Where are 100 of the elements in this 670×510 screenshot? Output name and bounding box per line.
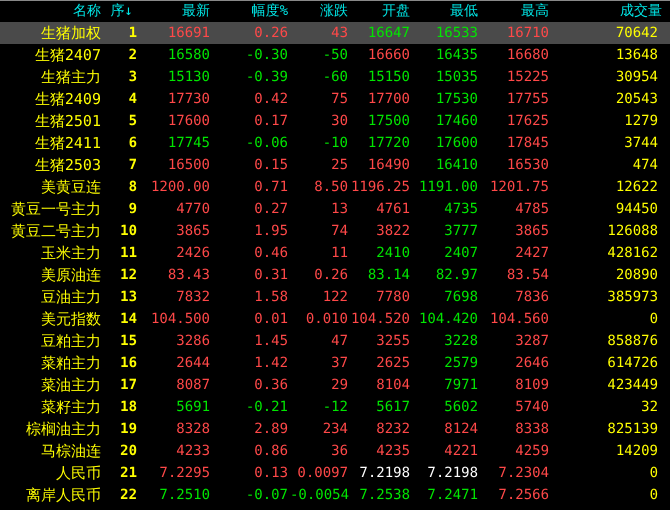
table-cell-text: 3777	[443, 224, 479, 238]
table-cell-text: 13	[330, 202, 349, 216]
table-cell-text: 17625	[506, 114, 550, 128]
table-cell-text: 16680	[506, 48, 550, 62]
table-cell-text: 8087	[175, 378, 211, 392]
table-cell-text: 3822	[375, 224, 411, 238]
table-cell-text: 0.27	[253, 202, 289, 216]
table-cell-text: -12	[322, 400, 349, 414]
table-cell-text: 17745	[166, 136, 211, 150]
symbol-name: 生猪2411	[34, 136, 102, 150]
table-cell-text: 17845	[506, 136, 550, 150]
table-cell-text: 17460	[434, 114, 479, 128]
table-cell-text: 1.95	[253, 224, 289, 238]
table-cell-text: 7.2304	[497, 466, 550, 480]
volume-cell-text: 0	[648, 466, 659, 480]
table-cell-text: -0.07	[244, 488, 289, 502]
volume-cell-text: 126088	[606, 224, 659, 238]
table-cell-text: 16691	[166, 26, 211, 40]
table-cell-text: 83.43	[166, 268, 211, 282]
table-cell-text: 16500	[166, 158, 211, 172]
symbol-name: 玉米主力	[40, 246, 102, 260]
volume-cell-text: 0	[648, 488, 659, 502]
table-cell-text: 7698	[443, 290, 479, 304]
table-cell-text: 2427	[514, 246, 550, 260]
symbol-name: 离岸人民币	[25, 488, 102, 502]
row-number: 7	[128, 158, 138, 172]
table-cell-text: 36	[330, 444, 349, 458]
volume-cell-text: 428162	[606, 246, 659, 260]
table-cell-text: -0.21	[244, 400, 289, 414]
column-header[interactable]: 最高	[480, 1, 551, 22]
volume-cell-text: 614726	[606, 356, 659, 370]
table-cell-text: 1196.25	[350, 180, 411, 194]
row-number: 19	[119, 422, 138, 436]
row-number: 13	[119, 290, 138, 304]
table-cell-text: 17700	[366, 92, 411, 106]
symbol-name: 菜油主力	[40, 378, 102, 392]
table-cell-text: 7.2471	[426, 488, 479, 502]
selected-row[interactable]: 生猪加权 1 16691 0.26 43 16647 16533 16710 70642	[0, 22, 670, 44]
table-cell-text: 1.42	[253, 356, 289, 370]
table-cell-text: 0.36	[253, 378, 289, 392]
row-number: 18	[119, 400, 138, 414]
column-header[interactable]: 序↓	[103, 1, 140, 22]
table-cell-text: -0.06	[244, 136, 289, 150]
table-cell-text: 16710	[506, 26, 550, 40]
table-cell-text: 16530	[506, 158, 550, 172]
column-header[interactable]: 涨跌	[290, 1, 350, 22]
table-cell-text: 16533	[434, 26, 479, 40]
row-number: 22	[119, 488, 138, 502]
table-cell-text: -0.30	[244, 48, 289, 62]
table-cell-text: 16580	[166, 48, 211, 62]
table-cell-text: 4761	[375, 202, 411, 216]
column-header[interactable]: 开盘	[350, 1, 412, 22]
table-cell-text: 17600	[434, 136, 479, 150]
table-cell-text: 11	[330, 246, 349, 260]
table-cell-text: 25	[330, 158, 349, 172]
table-cell-text: 1.58	[253, 290, 289, 304]
table-cell-text: 7.2295	[158, 466, 211, 480]
table-cell-text: 17530	[434, 92, 479, 106]
symbol-name: 生猪主力	[40, 70, 102, 84]
table-cell-text: 2625	[375, 356, 411, 370]
table-cell-text: 104.500	[150, 312, 211, 326]
symbol-name: 菜籽主力	[40, 400, 102, 414]
table-cell-text: 7836	[514, 290, 550, 304]
symbol-name: 豆油主力	[40, 290, 102, 304]
column-header[interactable]: 最低	[412, 1, 480, 22]
table-cell-text: 7.2566	[497, 488, 550, 502]
volume-cell-text: 12622	[614, 180, 659, 194]
column-header[interactable]: 成交量	[551, 1, 664, 22]
table-cell-text: 4221	[443, 444, 479, 458]
symbol-name: 生猪2407	[34, 48, 102, 62]
table-cell-text: 0.13	[253, 466, 289, 480]
column-header[interactable]: 最新	[140, 1, 212, 22]
table-cell-text: 3286	[175, 334, 211, 348]
row-number: 5	[128, 114, 138, 128]
table-cell-text: 15225	[506, 70, 550, 84]
table-cell-text: 17755	[506, 92, 550, 106]
table-cell-text: 5617	[375, 400, 411, 414]
column-header[interactable]: 幅度%	[212, 1, 290, 22]
table-cell-text: 43	[330, 26, 349, 40]
table-cell-text: 7.2538	[358, 488, 411, 502]
table-cell-text: 0.15	[253, 158, 289, 172]
row-number: 9	[128, 202, 138, 216]
table-cell-text: 8338	[514, 422, 550, 436]
table-cell-text: 75	[330, 92, 349, 106]
table-cell-text: -50	[322, 48, 349, 62]
table-cell-text: 2407	[443, 246, 479, 260]
table-cell-text: 17600	[166, 114, 211, 128]
row-number: 16	[119, 356, 138, 370]
table-cell-text: 7780	[375, 290, 411, 304]
symbol-name: 生猪2409	[34, 92, 102, 106]
table-cell-text: 3228	[443, 334, 479, 348]
table-cell-text: 1.45	[253, 334, 289, 348]
column-header[interactable]: 名称	[0, 1, 103, 22]
volume-cell-text: 13648	[614, 48, 659, 62]
table-cell-text: 8109	[514, 378, 550, 392]
volume-cell-text: 474	[632, 158, 659, 172]
table-cell-text: 3287	[514, 334, 550, 348]
table-cell-text: 4735	[443, 202, 479, 216]
table-cell-text: 30	[330, 114, 349, 128]
row-number: 12	[119, 268, 138, 282]
